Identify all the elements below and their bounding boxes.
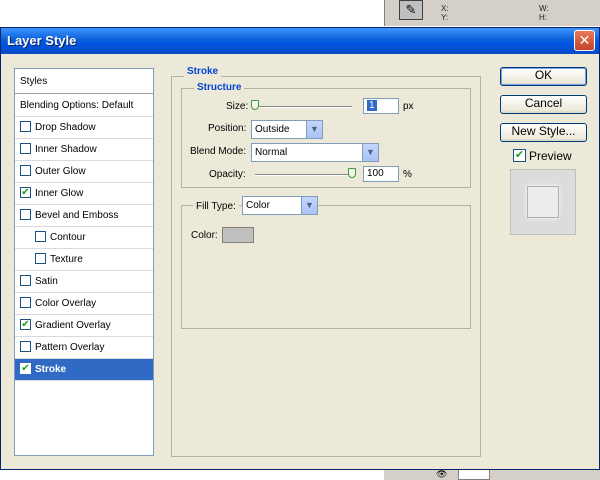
style-item-label: Color Overlay — [35, 298, 97, 309]
style-item-drop-shadow[interactable]: Drop Shadow — [15, 117, 153, 139]
size-label: Size: — [226, 101, 249, 112]
styles-list-header[interactable]: Styles — [15, 69, 153, 94]
style-item-satin[interactable]: Satin — [15, 271, 153, 293]
blend-mode-label: Blend Mode: — [190, 146, 247, 157]
size-slider-thumb[interactable] — [251, 100, 259, 110]
style-item-label: Satin — [35, 276, 58, 287]
style-checkbox[interactable] — [20, 164, 31, 176]
stroke-section-title: Stroke — [184, 66, 222, 77]
close-icon[interactable]: ✕ — [574, 30, 595, 51]
style-item-pattern-overlay[interactable]: Pattern Overlay — [15, 337, 153, 359]
style-checkbox[interactable] — [20, 120, 31, 132]
style-item-inner-glow[interactable]: ✔ Inner Glow — [15, 183, 153, 205]
style-item-label: Outer Glow — [35, 166, 86, 177]
style-item-texture[interactable]: Texture — [15, 249, 153, 271]
style-checkbox[interactable] — [20, 340, 31, 352]
blending-options-item[interactable]: Blending Options: Default — [15, 94, 153, 117]
style-item-outer-glow[interactable]: Outer Glow — [15, 161, 153, 183]
style-checkbox[interactable]: ✔ — [20, 186, 31, 198]
color-label: Color: — [191, 230, 218, 241]
style-checkbox[interactable] — [20, 274, 31, 286]
size-unit: px — [403, 101, 414, 112]
preview-checkbox-box[interactable]: ✔ — [513, 149, 526, 163]
style-item-label: Contour — [50, 232, 86, 243]
styles-list: Styles Blending Options: Default Drop Sh… — [14, 68, 154, 456]
preview-checkbox[interactable]: ✔ Preview — [513, 149, 572, 163]
style-item-label: Texture — [50, 254, 83, 265]
wh-readout: W: H: — [539, 4, 549, 22]
style-item-label: Drop Shadow — [35, 122, 96, 133]
style-checkbox[interactable]: ✔ — [20, 318, 31, 330]
style-checkbox[interactable] — [35, 230, 46, 242]
structure-title: Structure — [194, 82, 245, 93]
opacity-slider-thumb[interactable] — [348, 168, 356, 178]
new-style-button[interactable]: New Style... — [500, 123, 587, 142]
style-item-color-overlay[interactable]: Color Overlay — [15, 293, 153, 315]
blend-mode-select[interactable]: Normal ▼ — [251, 143, 379, 162]
opacity-value: 100 — [367, 168, 384, 179]
opacity-slider-track[interactable] — [255, 174, 352, 176]
position-select[interactable]: Outside ▼ — [251, 120, 323, 139]
style-item-label: Gradient Overlay — [35, 320, 111, 331]
style-checkbox[interactable] — [20, 208, 31, 220]
dialog-title: Layer Style — [7, 33, 77, 48]
chevron-down-icon[interactable]: ▼ — [306, 121, 322, 138]
xy-readout: X: Y: — [441, 4, 449, 22]
layer-style-dialog: Layer Style ✕ Styles Blending Options: D… — [0, 27, 600, 470]
title-bar[interactable]: Layer Style ✕ — [1, 28, 599, 54]
pen-tool-icon[interactable]: ✎ — [399, 0, 423, 20]
fill-type-label: Fill Type: — [193, 201, 239, 212]
background-app-toolbar: ✎ X: Y: W: H: — [384, 0, 600, 26]
eye-icon[interactable]: 👁 — [436, 469, 447, 480]
size-slider-track[interactable] — [255, 106, 352, 108]
style-item-label: Inner Glow — [35, 188, 84, 199]
style-item-label: Stroke — [35, 364, 67, 375]
style-item-contour[interactable]: Contour — [15, 227, 153, 249]
opacity-label: Opacity: — [209, 169, 246, 180]
layer-thumbnail — [458, 469, 490, 480]
preview-thumbnail — [510, 169, 576, 235]
preview-label: Preview — [529, 149, 572, 163]
cancel-button[interactable]: Cancel — [500, 95, 587, 114]
size-value: 1 — [367, 100, 377, 111]
ok-button[interactable]: OK — [500, 67, 587, 86]
opacity-input[interactable]: 100 — [363, 166, 399, 182]
style-item-stroke[interactable]: ✔ Stroke — [15, 359, 153, 381]
blend-mode-value: Normal — [255, 147, 288, 158]
color-swatch[interactable] — [222, 227, 254, 243]
position-value: Outside — [255, 124, 290, 135]
style-item-label: Bevel and Emboss — [35, 210, 119, 221]
style-checkbox[interactable] — [20, 142, 31, 154]
chevron-down-icon[interactable]: ▼ — [362, 144, 378, 161]
fill-frame — [181, 205, 471, 329]
style-item-label: Pattern Overlay — [35, 342, 105, 353]
size-input[interactable]: 1 — [363, 98, 399, 114]
style-checkbox[interactable] — [20, 296, 31, 308]
style-checkbox[interactable] — [35, 252, 46, 264]
style-checkbox[interactable]: ✔ — [20, 362, 31, 374]
style-item-gradient-overlay[interactable]: ✔ Gradient Overlay — [15, 315, 153, 337]
style-item-bevel-and-emboss[interactable]: Bevel and Emboss — [15, 205, 153, 227]
fill-type-value: Color — [246, 200, 270, 211]
preview-swatch — [527, 186, 559, 218]
chevron-down-icon[interactable]: ▼ — [301, 197, 317, 214]
position-label: Position: — [208, 123, 247, 134]
style-item-inner-shadow[interactable]: Inner Shadow — [15, 139, 153, 161]
style-item-label: Inner Shadow — [35, 144, 97, 155]
fill-type-select[interactable]: Color ▼ — [242, 196, 318, 215]
opacity-unit: % — [403, 169, 412, 180]
